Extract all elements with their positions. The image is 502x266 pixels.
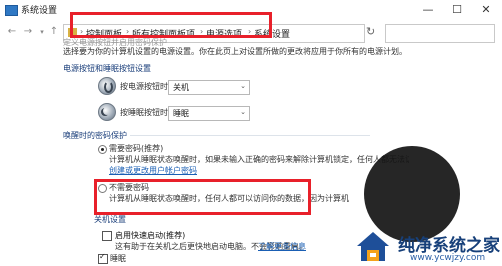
close-button[interactable]: ✕: [472, 0, 500, 20]
learn-more-link[interactable]: 了解更多信息: [258, 241, 306, 252]
recent-chevron-icon[interactable]: ▾: [36, 25, 48, 39]
power-section-heading: 电源按钮和睡眠按钮设置: [63, 64, 151, 73]
maximize-button[interactable]: ☐: [443, 0, 471, 20]
minimize-button[interactable]: —: [414, 0, 442, 20]
shutdown-section-heading: 关机设置: [94, 215, 126, 224]
power-button-label: 按电源按钮时:: [120, 82, 171, 91]
change-password-link[interactable]: 创建或更改用户帐户密码: [109, 165, 197, 176]
refresh-icon[interactable]: ↻: [366, 25, 375, 38]
back-arrow-icon[interactable]: ←: [6, 25, 18, 39]
watermark: 纯净系统之家 www.ycwjzy.com: [330, 146, 502, 266]
house-logo-icon: [357, 232, 389, 261]
fast-startup-title: 启用快速启动(推荐): [115, 231, 186, 240]
chevron-down-icon: ⌄: [240, 82, 246, 90]
section-divider: [130, 135, 370, 136]
require-password-radio[interactable]: [98, 145, 107, 154]
require-password-title: 需要密码(推荐): [109, 144, 164, 153]
address-highlight-box: [70, 12, 272, 38]
password-section-heading: 唤醒时的密码保护: [63, 131, 127, 140]
control-panel-icon: [5, 5, 18, 16]
up-arrow-icon[interactable]: ↑: [48, 25, 60, 39]
fast-startup-checkbox[interactable]: [102, 231, 112, 241]
sleep-moon-icon: [98, 103, 116, 121]
fast-startup-highlight-box: [94, 179, 311, 215]
sleep-button-label: 按睡眠按钮时:: [120, 108, 171, 117]
power-button-select[interactable]: 关机 ⌄: [168, 80, 250, 95]
search-input[interactable]: [385, 24, 495, 43]
sleep-checkbox-label: 睡眠: [110, 254, 126, 263]
sleep-button-select[interactable]: 睡眠 ⌄: [168, 106, 250, 121]
sleep-button-value: 睡眠: [173, 109, 189, 118]
forward-arrow-icon[interactable]: →: [22, 25, 34, 39]
sleep-checkbox[interactable]: [98, 252, 108, 264]
require-password-desc: 计算机从睡眠状态唤醒时，如果未输入正确的密码来解除计算机锁定，任何人都无法访问你…: [109, 155, 409, 164]
power-button-value: 关机: [173, 83, 189, 92]
watermark-url: www.ycwjzy.com: [410, 253, 486, 263]
power-button-icon: [98, 77, 116, 95]
intro-text: 选择要为你的计算机设置的电源设置。你在此页上对设置所做的更改将应用于你所有的电源…: [63, 47, 407, 56]
chevron-down-icon: ⌄: [240, 108, 246, 116]
window-title: 系统设置: [21, 6, 58, 16]
